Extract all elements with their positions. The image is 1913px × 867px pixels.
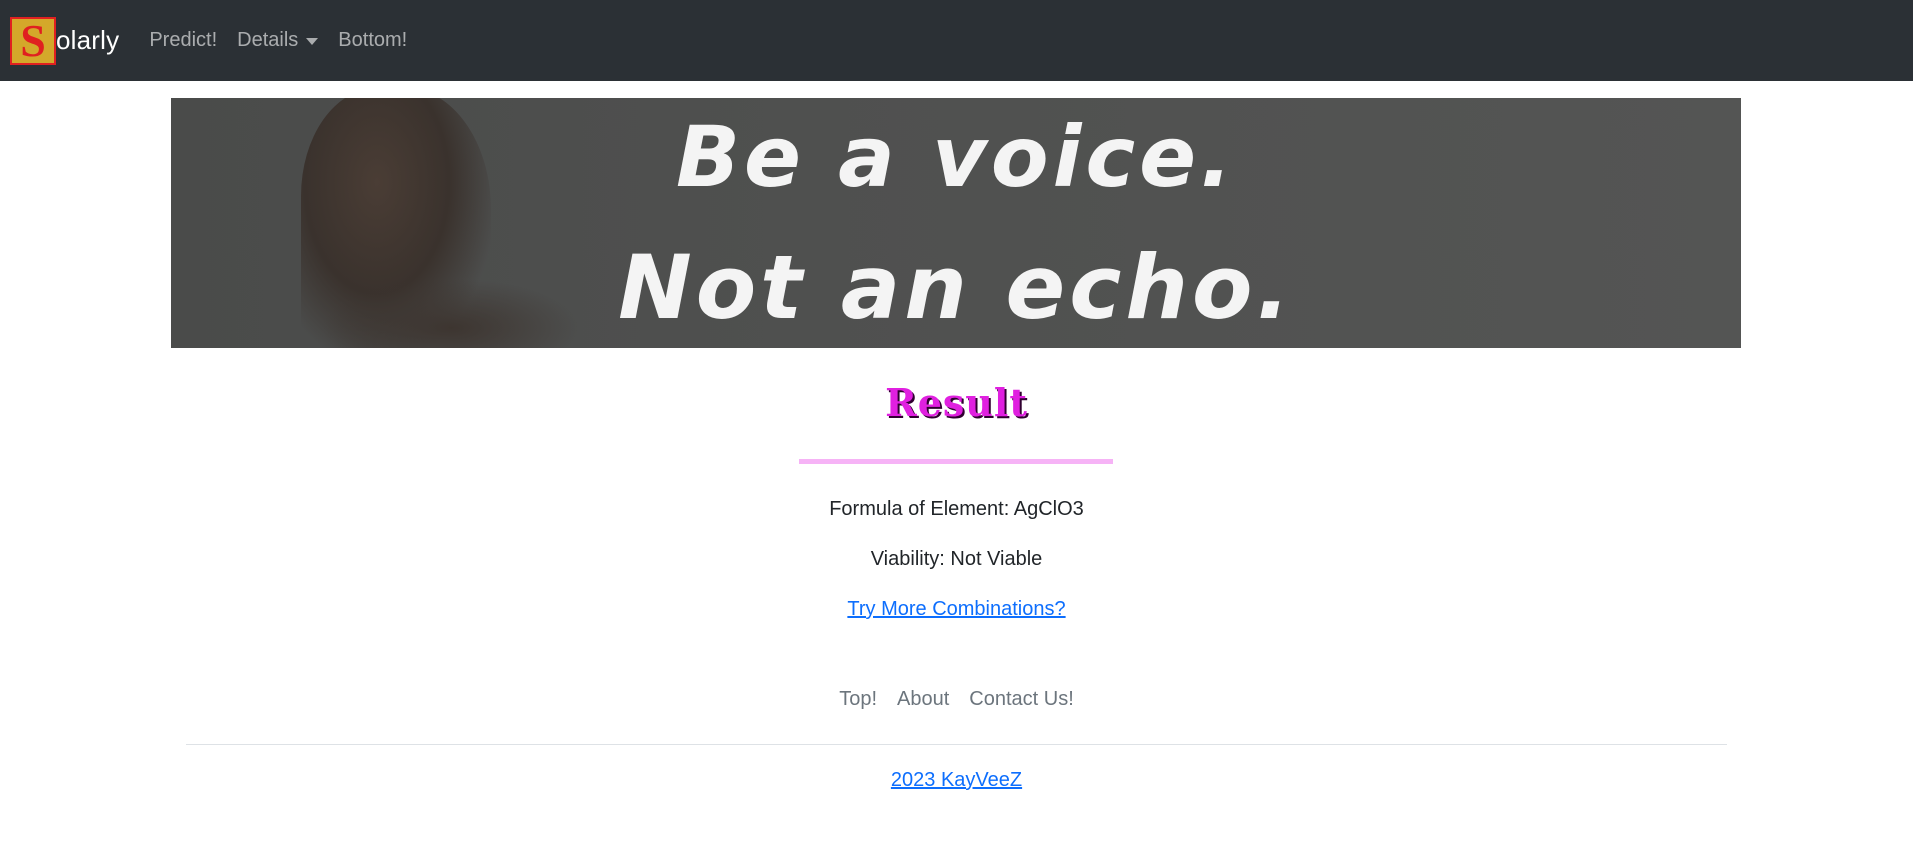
quote-banner: Be a voice. Not an echo. bbox=[171, 98, 1741, 348]
nav-links: Predict! Details Bottom! bbox=[139, 29, 417, 52]
caret-down-icon bbox=[306, 38, 319, 45]
banner-quote-line2: Not an echo. bbox=[618, 236, 1294, 339]
copyright-container: 2023 KayVeeZ bbox=[0, 769, 1913, 792]
try-more-container: Try More Combinations? bbox=[0, 598, 1913, 621]
result-heading: Result bbox=[885, 380, 1028, 425]
footer-link-about[interactable]: About bbox=[887, 688, 959, 711]
nav-bottom[interactable]: Bottom! bbox=[328, 29, 417, 52]
try-more-link[interactable]: Try More Combinations? bbox=[847, 598, 1065, 620]
nav-predict[interactable]: Predict! bbox=[139, 29, 227, 52]
nav-details-label: Details bbox=[237, 29, 299, 51]
nav-details-dropdown[interactable]: Details bbox=[227, 29, 328, 52]
footer-link-contact[interactable]: Contact Us! bbox=[959, 688, 1083, 711]
footer-divider bbox=[186, 744, 1727, 745]
result-divider bbox=[799, 459, 1113, 464]
logo-letter: S bbox=[20, 14, 46, 66]
brand-link[interactable]: S olarly bbox=[10, 14, 120, 66]
footer-link-top[interactable]: Top! bbox=[829, 688, 887, 711]
copyright-link[interactable]: 2023 KayVeeZ bbox=[891, 769, 1022, 791]
logo-icon: S bbox=[10, 14, 56, 66]
footer-nav: Top! About Contact Us! bbox=[0, 688, 1913, 711]
brand-name: olarly bbox=[56, 25, 120, 55]
viability-text: Viability: Not Viable bbox=[870, 548, 1043, 570]
top-navbar: S olarly Predict! Details Bottom! bbox=[0, 0, 1913, 81]
banner-quote-line1: Be a voice. bbox=[675, 108, 1237, 206]
formula-text: Formula of Element: AgClO3 bbox=[829, 498, 1084, 520]
